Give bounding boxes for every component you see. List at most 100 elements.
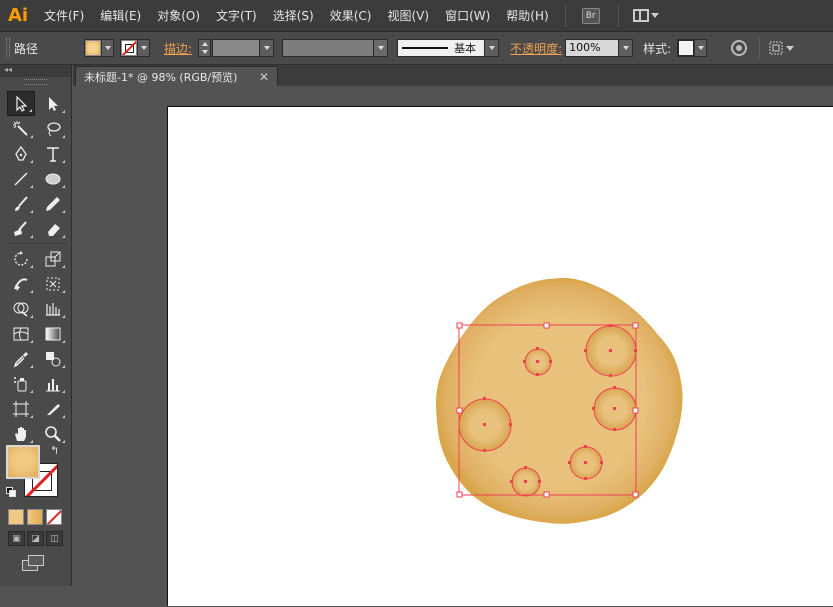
zoom-tool[interactable] — [39, 421, 67, 446]
menu-file[interactable]: 文件(F) — [36, 7, 92, 24]
stroke-weight-dropdown[interactable] — [260, 39, 275, 57]
color-mode-button[interactable] — [8, 509, 24, 525]
selection-type-label: 路径 — [14, 41, 39, 56]
slice-tool[interactable] — [39, 396, 67, 421]
pencil-tool[interactable] — [39, 191, 67, 216]
lasso-tool[interactable] — [39, 116, 67, 141]
type-icon — [47, 146, 59, 162]
menu-select[interactable]: 选择(S) — [265, 7, 322, 24]
column-graph-icon — [46, 378, 60, 391]
type-tool[interactable] — [39, 141, 67, 166]
eraser-tool[interactable] — [39, 216, 67, 241]
symbol-sprayer-tool[interactable] — [7, 371, 35, 396]
pencil-icon — [46, 196, 60, 211]
fill-color-box[interactable] — [6, 445, 40, 479]
menu-window[interactable]: 窗口(W) — [437, 7, 498, 24]
draw-inside-button[interactable]: ◫ — [46, 531, 63, 546]
close-icon[interactable]: ✕ — [259, 70, 269, 84]
free-transform-tool[interactable] — [39, 271, 67, 296]
draw-behind-button[interactable]: ◪ — [27, 531, 44, 546]
panel-collapse-button[interactable]: ◂◂ — [0, 65, 71, 77]
panel-grip[interactable] — [6, 38, 10, 58]
blob-brush-icon — [14, 220, 27, 236]
paintbrush-icon — [15, 195, 28, 211]
artboard[interactable] — [167, 106, 833, 606]
shape-builder-icon — [13, 302, 29, 317]
artwork[interactable] — [168, 107, 833, 607]
stepper-down-icon — [201, 50, 208, 54]
ellipse-tool[interactable] — [39, 166, 67, 191]
stroke-weight-field[interactable] — [212, 39, 261, 57]
align-options-button[interactable] — [768, 40, 795, 56]
blend-tool[interactable] — [39, 346, 67, 371]
default-fill-stroke-icon[interactable] — [6, 487, 16, 497]
brush-definition-field[interactable]: 基本 — [397, 39, 486, 57]
perspective-grid-tool[interactable] — [39, 296, 67, 321]
stroke-weight-stepper[interactable] — [198, 39, 212, 57]
scale-tool[interactable] — [39, 246, 67, 271]
color-mode-row — [8, 509, 62, 525]
mesh-icon — [13, 327, 29, 340]
stepper-up-icon — [201, 42, 208, 46]
selection-tool[interactable] — [7, 91, 35, 116]
rotate-icon — [14, 250, 28, 266]
graphic-style-dropdown[interactable] — [677, 39, 708, 57]
paintbrush-tool[interactable] — [7, 191, 35, 216]
warp-icon — [14, 277, 28, 291]
pen-tool[interactable] — [7, 141, 35, 166]
rotate-tool[interactable] — [7, 246, 35, 271]
eraser-icon — [48, 223, 60, 236]
fill-swatch — [85, 40, 102, 56]
variable-width-profile-field[interactable] — [282, 39, 375, 57]
brush-definition-dropdown[interactable] — [485, 39, 500, 57]
menu-object[interactable]: 对象(O) — [149, 7, 208, 24]
cookie-shape[interactable] — [436, 277, 683, 524]
chevron-down-icon — [786, 45, 795, 51]
stroke-panel-link[interactable]: 描边: — [164, 40, 192, 57]
document-tab[interactable]: 未标题-1* @ 98% (RGB/预览) ✕ — [75, 66, 278, 86]
menu-view[interactable]: 视图(V) — [379, 7, 437, 24]
magic-wand-tool[interactable] — [7, 116, 35, 141]
ellipse-icon — [45, 173, 61, 184]
gradient-icon — [45, 327, 61, 340]
bridge-button[interactable]: Br — [581, 7, 600, 24]
opacity-dropdown[interactable] — [619, 39, 634, 57]
blob-brush-tool[interactable] — [7, 216, 35, 241]
fill-color-dropdown[interactable] — [84, 39, 115, 57]
hand-tool[interactable] — [7, 421, 35, 446]
magic-wand-icon — [13, 120, 28, 136]
arrange-documents-button[interactable] — [632, 9, 659, 22]
document-tab-bar: 未标题-1* @ 98% (RGB/预览) ✕ — [73, 65, 833, 86]
style-label: 样式: — [643, 41, 672, 56]
free-transform-icon — [46, 277, 60, 290]
opacity-panel-link[interactable]: 不透明度: — [510, 40, 562, 57]
screen-mode-button[interactable] — [22, 555, 46, 573]
column-graph-tool[interactable] — [39, 371, 67, 396]
perspective-grid-icon — [46, 302, 60, 316]
recolor-artwork-icon[interactable] — [731, 40, 748, 56]
menu-divider — [564, 4, 566, 27]
mesh-tool[interactable] — [7, 321, 35, 346]
fill-stroke-widget: ↰ — [6, 445, 66, 505]
gradient-mode-button[interactable] — [27, 509, 43, 525]
line-segment-tool[interactable] — [7, 166, 35, 191]
direct-selection-tool[interactable] — [39, 91, 67, 116]
shape-builder-tool[interactable] — [7, 296, 35, 321]
draw-mode-row: ▣ ◪ ◫ — [8, 531, 63, 546]
menu-effect[interactable]: 效果(C) — [322, 7, 380, 24]
swap-fill-stroke-icon[interactable]: ↰ — [50, 445, 62, 457]
variable-width-dropdown[interactable] — [374, 39, 389, 57]
panel-grip[interactable] — [24, 79, 47, 85]
artboard-tool[interactable] — [7, 396, 35, 421]
draw-normal-button[interactable]: ▣ — [8, 531, 25, 546]
gradient-tool[interactable] — [39, 321, 67, 346]
menu-type[interactable]: 文字(T) — [208, 7, 265, 24]
eyedropper-tool[interactable] — [7, 346, 35, 371]
opacity-field[interactable]: 100% — [565, 39, 620, 57]
warp-tool[interactable] — [7, 271, 35, 296]
none-mode-button[interactable] — [46, 509, 62, 525]
canvas-area[interactable] — [73, 86, 833, 606]
stroke-color-dropdown[interactable] — [120, 39, 151, 57]
menu-edit[interactable]: 编辑(E) — [92, 7, 149, 24]
menu-help[interactable]: 帮助(H) — [498, 7, 556, 24]
